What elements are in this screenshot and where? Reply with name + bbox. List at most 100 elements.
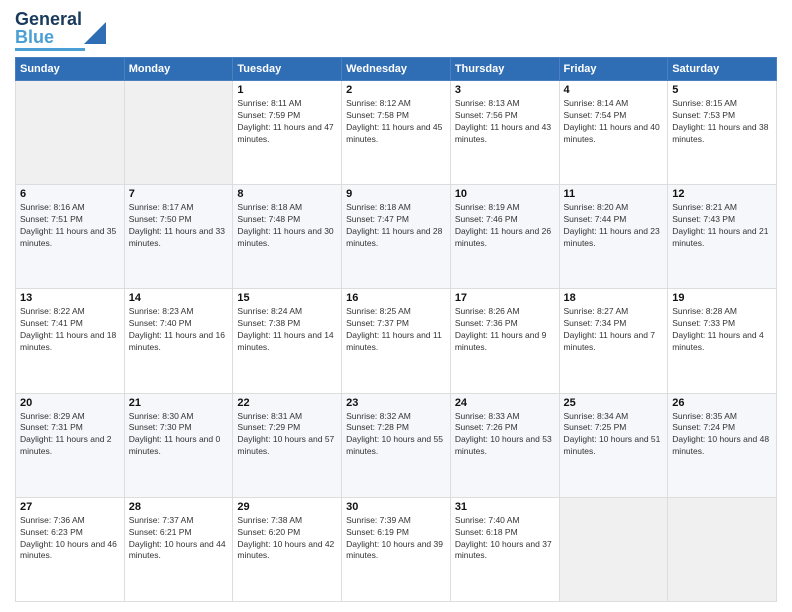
calendar-cell (124, 81, 233, 185)
day-number: 21 (129, 397, 229, 409)
calendar-cell (668, 497, 777, 601)
day-number: 6 (20, 188, 120, 200)
cell-text: Sunrise: 8:15 AMSunset: 7:53 PMDaylight:… (672, 98, 772, 146)
day-number: 18 (564, 292, 664, 304)
day-number: 26 (672, 397, 772, 409)
calendar-cell: 11 Sunrise: 8:20 AMSunset: 7:44 PMDayligh… (559, 185, 668, 289)
cell-text: Sunrise: 8:16 AMSunset: 7:51 PMDaylight:… (20, 202, 120, 250)
cell-text: Sunrise: 7:37 AMSunset: 6:21 PMDaylight:… (129, 515, 229, 563)
header-cell-friday: Friday (559, 58, 668, 81)
day-number: 25 (564, 397, 664, 409)
cell-text: Sunrise: 7:36 AMSunset: 6:23 PMDaylight:… (20, 515, 120, 563)
logo-icon (84, 22, 106, 44)
cell-text: Sunrise: 8:31 AMSunset: 7:29 PMDaylight:… (237, 411, 337, 459)
day-number: 7 (129, 188, 229, 200)
calendar-cell: 17 Sunrise: 8:26 AMSunset: 7:36 PMDayligh… (450, 289, 559, 393)
calendar-cell: 7Sunrise: 8:17 AMSunset: 7:50 PMDaylight… (124, 185, 233, 289)
week-row-1: 1 Sunrise: 8:11 AMSunset: 7:59 PMDaylight… (16, 81, 777, 185)
cell-text: Sunrise: 8:18 AMSunset: 7:47 PMDaylight:… (346, 202, 446, 250)
week-row-3: 13Sunrise: 8:22 AMSunset: 7:41 PMDayligh… (16, 289, 777, 393)
day-number: 17 (455, 292, 555, 304)
calendar-cell: 24Sunrise: 8:33 AMSunset: 7:26 PMDayligh… (450, 393, 559, 497)
calendar-cell: 27 Sunrise: 7:36 AMSunset: 6:23 PMDayligh… (16, 497, 125, 601)
header-cell-tuesday: Tuesday (233, 58, 342, 81)
header: GeneralBlue (15, 10, 777, 51)
cell-text: Sunrise: 8:34 AMSunset: 7:25 PMDaylight:… (564, 411, 664, 459)
day-number: 29 (237, 501, 337, 513)
calendar-cell: 6 Sunrise: 8:16 AMSunset: 7:51 PMDaylight… (16, 185, 125, 289)
calendar-cell: 10 Sunrise: 8:19 AMSunset: 7:46 PMDayligh… (450, 185, 559, 289)
header-row: SundayMondayTuesdayWednesdayThursdayFrid… (16, 58, 777, 81)
calendar-cell: 31Sunrise: 7:40 AMSunset: 6:18 PMDayligh… (450, 497, 559, 601)
cell-text: Sunrise: 8:33 AMSunset: 7:26 PMDaylight:… (455, 411, 555, 459)
calendar-cell: 5 Sunrise: 8:15 AMSunset: 7:53 PMDaylight… (668, 81, 777, 185)
calendar-cell: 1 Sunrise: 8:11 AMSunset: 7:59 PMDaylight… (233, 81, 342, 185)
day-number: 5 (672, 84, 772, 96)
day-number: 13 (20, 292, 120, 304)
cell-text: Sunrise: 8:27 AMSunset: 7:34 PMDaylight:… (564, 306, 664, 354)
day-number: 10 (455, 188, 555, 200)
header-cell-thursday: Thursday (450, 58, 559, 81)
header-cell-wednesday: Wednesday (342, 58, 451, 81)
cell-text: Sunrise: 8:11 AMSunset: 7:59 PMDaylight:… (237, 98, 337, 146)
day-number: 3 (455, 84, 555, 96)
day-number: 30 (346, 501, 446, 513)
day-number: 20 (20, 397, 120, 409)
cell-text: Sunrise: 8:28 AMSunset: 7:33 PMDaylight:… (672, 306, 772, 354)
calendar-cell: 12 Sunrise: 8:21 AMSunset: 7:43 PMDayligh… (668, 185, 777, 289)
calendar-cell: 26 Sunrise: 8:35 AMSunset: 7:24 PMDayligh… (668, 393, 777, 497)
day-number: 8 (237, 188, 337, 200)
day-number: 9 (346, 188, 446, 200)
day-number: 23 (346, 397, 446, 409)
calendar-table: SundayMondayTuesdayWednesdayThursdayFrid… (15, 57, 777, 602)
calendar-cell (16, 81, 125, 185)
cell-text: Sunrise: 8:23 AMSunset: 7:40 PMDaylight:… (129, 306, 229, 354)
logo: GeneralBlue (15, 10, 106, 51)
calendar-cell: 19Sunrise: 8:28 AMSunset: 7:33 PMDayligh… (668, 289, 777, 393)
week-row-4: 20 Sunrise: 8:29 AMSunset: 7:31 PMDayligh… (16, 393, 777, 497)
header-cell-sunday: Sunday (16, 58, 125, 81)
calendar-cell: 14 Sunrise: 8:23 AMSunset: 7:40 PMDayligh… (124, 289, 233, 393)
cell-text: Sunrise: 8:21 AMSunset: 7:43 PMDaylight:… (672, 202, 772, 250)
day-number: 14 (129, 292, 229, 304)
header-cell-saturday: Saturday (668, 58, 777, 81)
calendar-cell: 8 Sunrise: 8:18 AMSunset: 7:48 PMDaylight… (233, 185, 342, 289)
logo-underline (15, 48, 85, 51)
calendar-cell: 23 Sunrise: 8:32 AMSunset: 7:28 PMDayligh… (342, 393, 451, 497)
day-number: 11 (564, 188, 664, 200)
day-number: 27 (20, 501, 120, 513)
cell-text: Sunrise: 8:20 AMSunset: 7:44 PMDaylight:… (564, 202, 664, 250)
cell-text: Sunrise: 7:38 AMSunset: 6:20 PMDaylight:… (237, 515, 337, 563)
header-cell-monday: Monday (124, 58, 233, 81)
calendar-cell (559, 497, 668, 601)
day-number: 28 (129, 501, 229, 513)
cell-text: Sunrise: 7:40 AMSunset: 6:18 PMDaylight:… (455, 515, 555, 563)
cell-text: Sunrise: 8:13 AMSunset: 7:56 PMDaylight:… (455, 98, 555, 146)
page: GeneralBlue SundayMondayTuesdayWednesday… (0, 0, 792, 612)
cell-text: Sunrise: 8:19 AMSunset: 7:46 PMDaylight:… (455, 202, 555, 250)
calendar-cell: 25 Sunrise: 8:34 AMSunset: 7:25 PMDayligh… (559, 393, 668, 497)
calendar-cell: 18 Sunrise: 8:27 AMSunset: 7:34 PMDayligh… (559, 289, 668, 393)
calendar-cell: 9 Sunrise: 8:18 AMSunset: 7:47 PMDaylight… (342, 185, 451, 289)
calendar-cell: 21Sunrise: 8:30 AMSunset: 7:30 PMDayligh… (124, 393, 233, 497)
cell-text: Sunrise: 8:26 AMSunset: 7:36 PMDaylight:… (455, 306, 555, 354)
cell-text: Sunrise: 8:29 AMSunset: 7:31 PMDaylight:… (20, 411, 120, 459)
calendar-cell: 4Sunrise: 8:14 AMSunset: 7:54 PMDaylight… (559, 81, 668, 185)
calendar-cell: 3 Sunrise: 8:13 AMSunset: 7:56 PMDaylight… (450, 81, 559, 185)
calendar-cell: 20 Sunrise: 8:29 AMSunset: 7:31 PMDayligh… (16, 393, 125, 497)
day-number: 2 (346, 84, 446, 96)
day-number: 12 (672, 188, 772, 200)
day-number: 15 (237, 292, 337, 304)
day-number: 16 (346, 292, 446, 304)
cell-text: Sunrise: 8:35 AMSunset: 7:24 PMDaylight:… (672, 411, 772, 459)
cell-text: Sunrise: 8:32 AMSunset: 7:28 PMDaylight:… (346, 411, 446, 459)
cell-text: Sunrise: 8:25 AMSunset: 7:37 PMDaylight:… (346, 306, 446, 354)
week-row-5: 27 Sunrise: 7:36 AMSunset: 6:23 PMDayligh… (16, 497, 777, 601)
calendar-body: 1 Sunrise: 8:11 AMSunset: 7:59 PMDaylight… (16, 81, 777, 602)
day-number: 1 (237, 84, 337, 96)
cell-text: Sunrise: 8:12 AMSunset: 7:58 PMDaylight:… (346, 98, 446, 146)
calendar-cell: 30Sunrise: 7:39 AMSunset: 6:19 PMDayligh… (342, 497, 451, 601)
cell-text: Sunrise: 8:18 AMSunset: 7:48 PMDaylight:… (237, 202, 337, 250)
calendar-cell: 22Sunrise: 8:31 AMSunset: 7:29 PMDayligh… (233, 393, 342, 497)
calendar-header: SundayMondayTuesdayWednesdayThursdayFrid… (16, 58, 777, 81)
